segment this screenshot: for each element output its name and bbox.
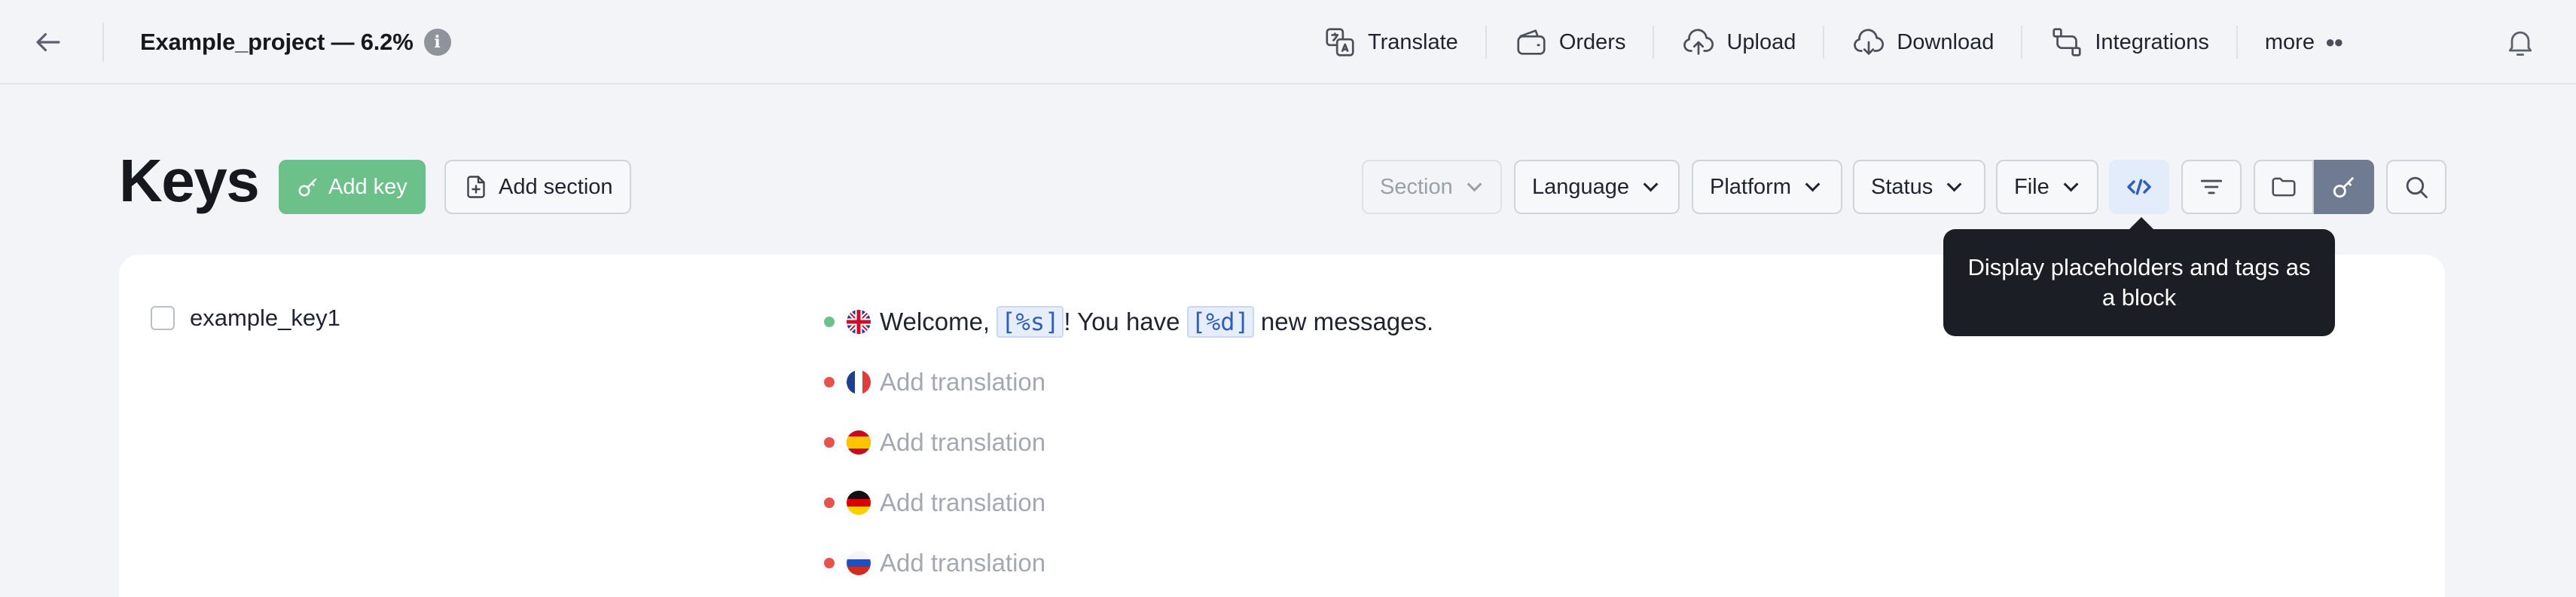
nav-separator <box>2236 26 2238 59</box>
add-translation-placeholder: Add translation <box>880 368 1046 396</box>
filter-lines-icon <box>2200 179 2223 194</box>
chevron-down-icon <box>1805 176 1821 192</box>
nav-integrations[interactable]: Integrations <box>2039 18 2220 66</box>
status-dot <box>824 317 835 327</box>
chevron-down-icon <box>1946 176 1962 192</box>
key-row: example_key1 <box>151 305 340 332</box>
status-dot <box>824 498 835 508</box>
language-filter-label: Language <box>1532 174 1630 199</box>
translation-row-de[interactable]: Add translation <box>824 486 1045 519</box>
project-title: Example_project — 6.2% i <box>140 23 451 62</box>
folder-view-button[interactable] <box>2254 160 2314 214</box>
key-checkbox[interactable] <box>151 306 175 330</box>
info-icon[interactable]: i <box>423 29 451 56</box>
text-part: Welcome, <box>880 308 997 335</box>
top-bar: Example_project — 6.2% i Translate Order… <box>0 0 2576 84</box>
nav-download[interactable]: Download <box>1841 18 2004 66</box>
flag-fr-icon <box>847 370 871 394</box>
nav-orders-label: Orders <box>1558 29 1626 54</box>
nav-translate[interactable]: Translate <box>1312 18 1469 66</box>
wallet-icon <box>1517 29 1546 55</box>
code-icon <box>2127 179 2151 195</box>
section-filter[interactable]: Section <box>1362 160 1502 214</box>
download-icon <box>1854 29 1885 55</box>
nav-separator <box>1653 26 1655 59</box>
nav-more-label: more <box>2264 29 2315 54</box>
key-view-button[interactable] <box>2314 160 2374 214</box>
more-icon: ●● <box>2324 32 2344 51</box>
search-button[interactable] <box>2386 160 2446 214</box>
translation-row-ru[interactable]: Add translation <box>824 546 1045 580</box>
status-filter[interactable]: Status <box>1853 160 1985 214</box>
nav-separator <box>1485 26 1487 59</box>
platform-filter-label: Platform <box>1710 174 1791 199</box>
integrations-icon <box>2053 28 2081 57</box>
nav-more[interactable]: more ●● <box>2254 18 2353 66</box>
add-translation-placeholder: Add translation <box>880 549 1046 577</box>
topbar-divider <box>102 23 104 62</box>
add-translation-placeholder: Add translation <box>880 428 1046 456</box>
add-key-label: Add key <box>328 174 407 199</box>
nav-upload-label: Upload <box>1726 29 1796 54</box>
text-part: new messages. <box>1253 308 1434 335</box>
flag-de-icon <box>847 491 871 515</box>
filter-options-button[interactable] <box>2181 160 2242 214</box>
key-name[interactable]: example_key1 <box>190 305 340 332</box>
nav-translate-label: Translate <box>1368 29 1458 54</box>
add-folder-icon <box>467 176 485 198</box>
nav-integrations-label: Integrations <box>2095 29 2209 54</box>
add-section-label: Add section <box>499 174 613 199</box>
platform-filter[interactable]: Platform <box>1692 160 1842 214</box>
search-icon <box>2406 176 2428 198</box>
nav-separator <box>2021 26 2023 59</box>
text-part: ! You have <box>1064 308 1187 335</box>
file-filter[interactable]: File <box>1996 160 2098 214</box>
translation-text: Welcome, [%s]! You have [%d] new message… <box>880 306 1434 338</box>
translate-icon <box>1326 28 1354 57</box>
main-nav: Translate Orders Upload Download Integra… <box>1312 18 2353 66</box>
project-name: Example_project — 6.2% <box>140 29 414 55</box>
language-filter[interactable]: Language <box>1514 160 1680 214</box>
page-title: Keys <box>119 147 260 214</box>
tooltip: Display placeholders and tags as a block <box>1943 229 2335 336</box>
placeholder-block-toggle[interactable] <box>2109 160 2169 214</box>
back-arrow-icon[interactable] <box>27 21 69 63</box>
flag-ru-icon <box>847 551 871 575</box>
translation-row-fr[interactable]: Add translation <box>824 366 1045 399</box>
placeholder-tag: [%d] <box>1186 306 1254 338</box>
add-translation-placeholder: Add translation <box>880 488 1046 516</box>
flag-uk-icon <box>847 310 871 334</box>
add-key-button[interactable]: Add key <box>279 160 426 214</box>
key-icon <box>2333 177 2354 198</box>
chevron-down-icon <box>1643 176 1659 192</box>
folder-icon <box>2272 177 2296 197</box>
key-icon <box>298 178 317 197</box>
nav-download-label: Download <box>1897 29 1995 54</box>
file-filter-label: File <box>2014 174 2050 199</box>
nav-orders[interactable]: Orders <box>1503 18 1637 66</box>
notification-bell-icon[interactable] <box>2501 23 2540 62</box>
status-filter-label: Status <box>1871 174 1934 199</box>
add-section-button[interactable]: Add section <box>444 160 631 214</box>
flag-es-icon <box>847 430 871 455</box>
upload-icon <box>1683 29 1714 55</box>
status-dot <box>824 437 835 448</box>
translation-row-en[interactable]: Welcome, [%s]! You have [%d] new message… <box>824 305 1433 338</box>
nav-upload[interactable]: Upload <box>1671 18 1806 66</box>
status-dot <box>824 558 835 568</box>
chevron-down-icon <box>2063 176 2079 192</box>
nav-separator <box>1823 26 1825 59</box>
translation-row-es[interactable]: Add translation <box>824 426 1045 459</box>
chevron-down-icon <box>1467 176 1482 192</box>
status-dot <box>824 377 835 387</box>
placeholder-tag: [%s] <box>997 306 1064 338</box>
section-filter-label: Section <box>1380 174 1453 199</box>
